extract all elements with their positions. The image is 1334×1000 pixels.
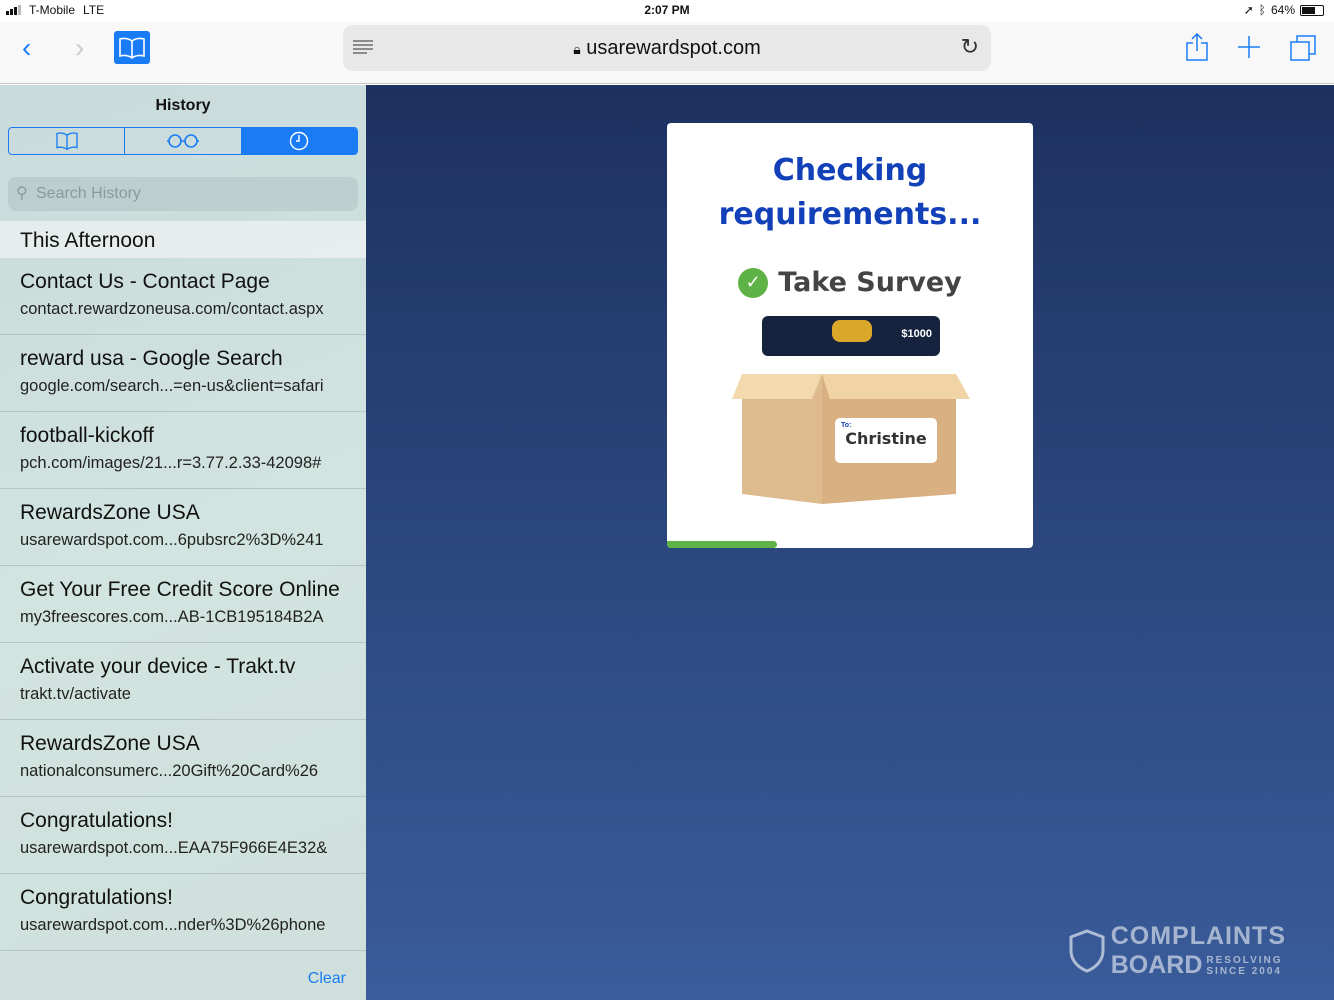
history-item-url: usarewardspot.com...EAA75F966E4E32& — [20, 839, 328, 857]
history-list: Contact Us - Contact Page contact.rewardz… — [0, 258, 366, 951]
history-item-url: nationalconsumerc...20Gift%20Card%26 — [20, 762, 319, 780]
history-item-title: Congratulations! — [20, 886, 173, 909]
history-item-url: usarewardspot.com...6pubsrc2%3D%241 — [20, 531, 324, 549]
history-item-url: contact.rewardzoneusa.com/contact.aspx — [20, 300, 324, 318]
history-item-title: Activate your device - Trakt.tv — [20, 655, 296, 678]
search-history-input[interactable]: ⚲ Search History — [8, 177, 358, 211]
search-icon: ⚲ — [16, 185, 28, 202]
url-text: usarewardspot.com — [586, 37, 761, 59]
history-item-title: Get Your Free Credit Score Online — [20, 578, 340, 601]
tab-reading-list[interactable] — [125, 128, 242, 154]
glasses-icon — [166, 134, 199, 148]
history-item[interactable]: RewardsZone USA nationalconsumerc...20Gif… — [0, 720, 366, 797]
progress-bar — [667, 541, 777, 548]
battery-icon — [1300, 4, 1324, 16]
checking-card: Checking requirements... ✓ Take Survey $10… — [667, 123, 1033, 548]
battery-percent: 64% — [1270, 3, 1295, 17]
shield-icon — [1069, 929, 1105, 973]
history-item-url: my3freescores.com...AB-1CB195184B2A — [20, 608, 324, 626]
lock-icon: 🔒︎ — [573, 41, 581, 57]
tab-bookmarks[interactable] — [9, 128, 126, 154]
clear-button[interactable]: Clear — [308, 970, 346, 988]
book-icon — [119, 37, 145, 59]
browser-toolbar: ‹ › 🔒︎ usarewardspot.com ↻ — [0, 22, 1334, 84]
history-item-title: RewardsZone USA — [20, 732, 200, 755]
history-item-title: reward usa - Google Search — [20, 347, 283, 370]
reload-icon[interactable]: ↻ — [961, 34, 979, 60]
history-item-title: Congratulations! — [20, 809, 173, 832]
history-item[interactable]: RewardsZone USA usarewardspot.com...6pubs… — [0, 489, 366, 566]
history-item[interactable]: Activate your device - Trakt.tv trakt.tv/… — [0, 643, 366, 720]
bow-icon — [832, 320, 872, 342]
history-item-url: usarewardspot.com...nder%3D%26phone — [20, 916, 326, 934]
card-heading: Checking requirements... — [718, 153, 982, 232]
address-label: To: Christine — [835, 418, 937, 463]
history-item-title: RewardsZone USA — [20, 501, 200, 524]
tabs-icon[interactable] — [1290, 35, 1316, 61]
sidebar-segmented-control — [8, 127, 358, 155]
history-item[interactable]: Get Your Free Credit Score Online my3free… — [0, 566, 366, 643]
status-bar: T-Mobile LTE 2:07 PM ➚ ᛒ 64% — [0, 0, 1334, 22]
bluetooth-icon: ᛒ — [1258, 3, 1266, 17]
history-item-title: football-kickoff — [20, 424, 154, 447]
history-item-url: trakt.tv/activate — [20, 685, 131, 703]
forward-button[interactable]: › — [75, 32, 84, 64]
clock-icon — [290, 131, 309, 151]
section-header: This Afternoon — [0, 221, 366, 258]
book-icon — [55, 132, 78, 151]
clock: 2:07 PM — [644, 3, 690, 17]
web-content: Checking requirements... ✓ Take Survey $10… — [366, 85, 1334, 1000]
gift-box-image: $1000 To: Christine — [730, 316, 970, 506]
history-item-title: Contact Us - Contact Page — [20, 270, 270, 293]
address-bar[interactable]: 🔒︎ usarewardspot.com ↻ — [343, 25, 991, 71]
history-item[interactable]: Congratulations! usarewardspot.com...nder… — [0, 874, 366, 951]
back-button[interactable]: ‹ — [22, 32, 31, 64]
history-item[interactable]: reward usa - Google Search google.com/sea… — [0, 335, 366, 412]
bookmarks-button[interactable] — [114, 31, 150, 64]
history-item[interactable]: Contact Us - Contact Page contact.rewardz… — [0, 258, 366, 335]
history-item-url: pch.com/images/21...r=3.77.2.33-42098# — [20, 454, 322, 472]
new-tab-icon[interactable] — [1238, 36, 1260, 58]
survey-step: ✓ Take Survey — [667, 267, 1033, 298]
complaintsboard-watermark: COMPLAINTS BOARD RESOLVING SINCE 2004 — [1069, 922, 1286, 980]
history-sidebar: History ⚲ Search History This Afternoon C… — [0, 85, 366, 1000]
history-item[interactable]: Congratulations! usarewardspot.com...EAA7… — [0, 797, 366, 874]
share-icon[interactable] — [1186, 33, 1208, 61]
location-icon: ➚ — [1243, 3, 1254, 17]
history-item-url: google.com/search...=en-us&client=safari — [20, 377, 324, 395]
sidebar-title: History — [155, 97, 211, 114]
history-item[interactable]: football-kickoff pch.com/images/21...r=3.… — [0, 412, 366, 489]
check-icon: ✓ — [738, 267, 769, 298]
tab-history[interactable] — [241, 128, 357, 154]
